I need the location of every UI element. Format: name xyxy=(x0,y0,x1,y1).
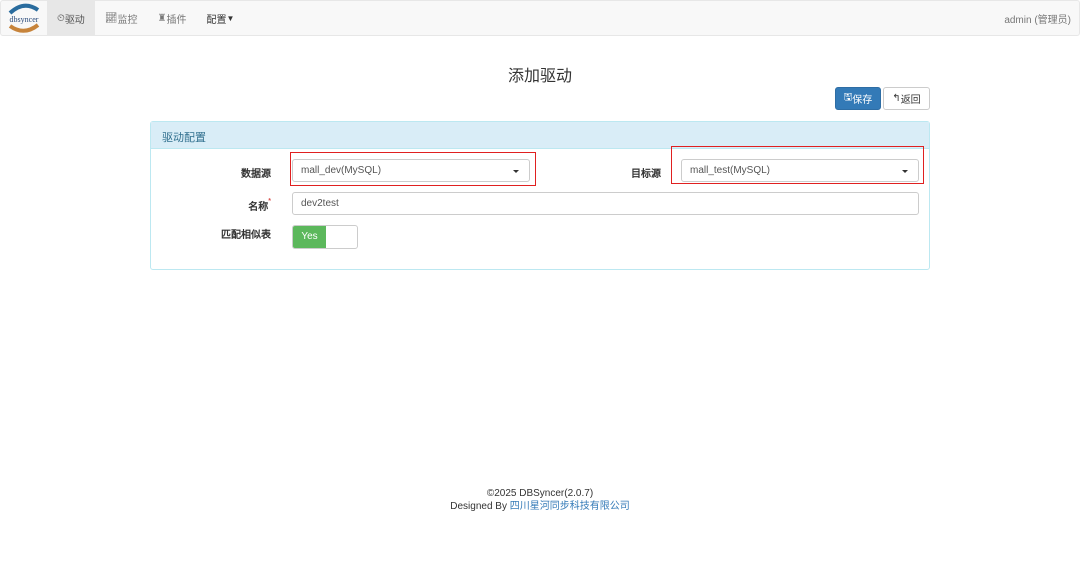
nav-label: 配置 xyxy=(206,14,227,26)
plugin-icon: ♜ xyxy=(157,12,167,24)
nav-item-plugin[interactable]: ♜ 插件 xyxy=(148,1,197,35)
footer: ©2025 DBSyncer(2.0.7) Designed By 四川星河同步… xyxy=(0,487,1080,513)
panel-heading: 驱动配置 xyxy=(151,122,929,149)
company-link[interactable]: 四川星河同步科技有限公司 xyxy=(510,501,630,512)
required-mark: * xyxy=(268,198,271,205)
caret-down-icon xyxy=(902,170,908,173)
match-similar-toggle[interactable]: Yes xyxy=(292,225,358,249)
back-button[interactable]: ↰ 返回 xyxy=(883,87,930,110)
name-label-text: 名称 xyxy=(248,202,269,213)
name-input[interactable]: dev2test xyxy=(292,192,919,215)
page-title: 添加驱动 xyxy=(507,68,572,85)
svg-text:dbsyncer: dbsyncer xyxy=(10,15,39,24)
navbar: dbsyncer ⏲ 驱动 📈︎ 监控 ♜ 插件 配置 ▼ admin (管理员) xyxy=(0,0,1080,36)
nav-label: 插件 xyxy=(166,14,187,26)
dashboard-icon: ⏲ xyxy=(57,12,65,24)
match-similar-label: 匹配相似表 xyxy=(221,230,271,241)
name-label: 名称* xyxy=(211,198,271,213)
caret-down-icon xyxy=(513,170,519,173)
designed-by: Designed By xyxy=(450,501,507,512)
back-label: 返回 xyxy=(900,95,921,106)
nav-label: 监控 xyxy=(117,14,138,26)
copyright: ©2025 DBSyncer(2.0.7) xyxy=(486,488,594,499)
save-button[interactable]: 🖫︎ 保存 xyxy=(835,87,881,110)
driver-config-panel: 驱动配置 数据源 mall_dev(MySQL) 目标源 mall_test(M… xyxy=(150,121,930,270)
toggle-on-label: Yes xyxy=(293,226,326,248)
source-select[interactable]: mall_dev(MySQL) xyxy=(292,159,530,182)
target-label: 目标源 xyxy=(631,169,661,180)
caret-down-icon: ▼ xyxy=(226,13,235,23)
nav-item-monitor[interactable]: 📈︎ 监控 xyxy=(95,1,148,35)
save-icon: 🖫︎ xyxy=(843,92,853,103)
nav-label: 驱动 xyxy=(64,14,85,26)
back-arrow-icon: ↰ xyxy=(892,93,901,104)
nav-item-driver[interactable]: ⏲ 驱动 xyxy=(47,1,95,35)
source-value: mall_dev(MySQL) xyxy=(301,165,382,176)
target-select[interactable]: mall_test(MySQL) xyxy=(681,159,919,182)
target-value: mall_test(MySQL) xyxy=(690,165,771,176)
source-label: 数据源 xyxy=(241,169,271,180)
logo[interactable]: dbsyncer xyxy=(1,1,47,35)
save-label: 保存 xyxy=(852,95,873,106)
line-chart-icon: 📈︎ xyxy=(104,12,118,24)
user-menu[interactable]: admin (管理员) xyxy=(1004,11,1071,26)
nav-item-config[interactable]: 配置 ▼ xyxy=(196,1,244,35)
